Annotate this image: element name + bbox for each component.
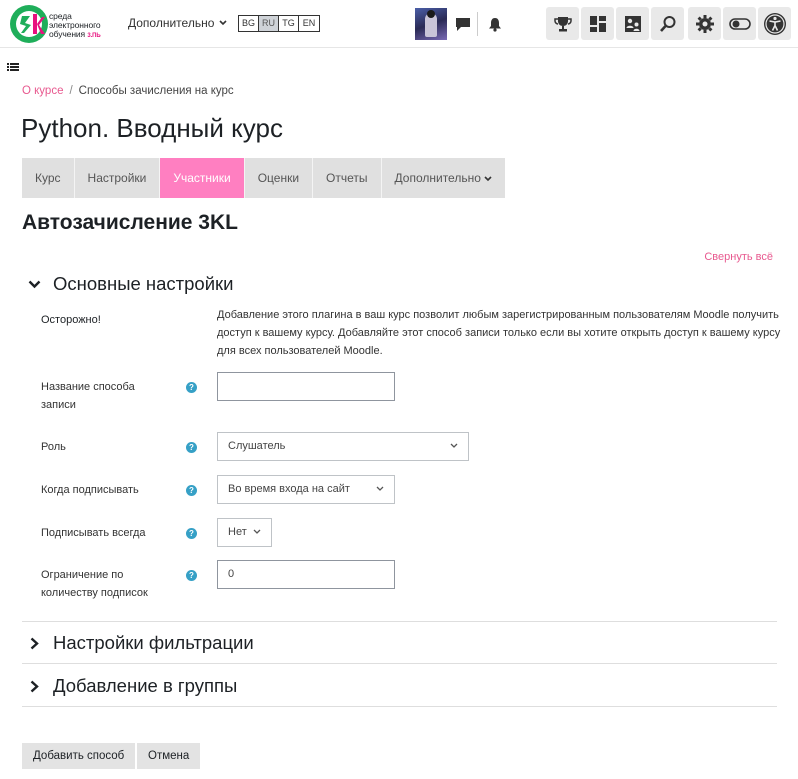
course-tabs: Курс Настройки Участники Оценки Отчеты Д…: [22, 158, 506, 198]
fieldset-filter-title: Настройки фильтрации: [53, 632, 254, 653]
fieldset-general-toggle[interactable]: Основные настройки: [28, 273, 233, 295]
divider: [22, 621, 777, 622]
language-option-bg[interactable]: BG: [239, 16, 259, 31]
fieldset-groups-title: Добавление в группы: [53, 675, 238, 696]
name-label: Название способа записи: [41, 381, 135, 411]
tab-grades[interactable]: Оценки: [245, 158, 314, 198]
add-method-button[interactable]: Добавить способ: [22, 743, 136, 769]
logo-mark-icon: [10, 5, 48, 43]
collapse-all-link[interactable]: Свернуть всё: [704, 251, 773, 263]
divider: [477, 12, 478, 36]
chevron-down-icon: [28, 280, 41, 288]
search-icon[interactable]: [651, 7, 684, 40]
always-select-value: Нет: [228, 526, 247, 538]
divider: [22, 706, 777, 707]
role-select-value: Слушатель: [228, 440, 286, 452]
chevron-right-icon: [30, 680, 39, 692]
always-select[interactable]: Нет: [217, 518, 272, 547]
accessibility-icon[interactable]: [758, 7, 791, 40]
when-select-value: Во время входа на сайт: [228, 483, 350, 495]
warning-label: Осторожно!: [41, 314, 101, 326]
tab-course[interactable]: Курс: [22, 158, 75, 198]
language-switcher: BG RU TG EN: [238, 15, 320, 32]
help-icon[interactable]: ?: [186, 382, 197, 393]
breadcrumb: О курсе / Способы зачисления на курс: [22, 85, 234, 97]
chevron-down-icon: [450, 443, 458, 448]
nav-more-menu[interactable]: Дополнительно: [128, 16, 227, 30]
trophy-icon[interactable]: [546, 7, 579, 40]
cancel-button[interactable]: Отмена: [137, 743, 201, 769]
tab-more-label: Дополнительно: [394, 171, 481, 185]
fieldset-filter-toggle[interactable]: Настройки фильтрации: [28, 632, 254, 654]
avatar[interactable]: [415, 8, 447, 40]
breadcrumb-current: Способы зачисления на курс: [78, 85, 234, 97]
chevron-down-icon: [484, 176, 492, 181]
chevron-right-icon: [30, 637, 39, 649]
limit-label: Ограничение по количеству подписок: [41, 569, 148, 599]
chevron-down-icon: [219, 20, 227, 26]
name-input[interactable]: [217, 372, 395, 401]
help-icon[interactable]: ?: [186, 442, 197, 453]
when-label: Когда подписывать: [41, 484, 139, 496]
breadcrumb-separator: /: [69, 85, 73, 97]
role-label: Роль: [41, 441, 66, 453]
role-select[interactable]: Слушатель: [217, 432, 469, 461]
gear-icon[interactable]: [688, 7, 721, 40]
logo-text: среда электронного обучения 3.ПЬ: [49, 11, 101, 40]
messages-icon[interactable]: [453, 14, 473, 34]
help-icon[interactable]: ?: [186, 570, 197, 581]
site-logo[interactable]: среда электронного обучения 3.ПЬ: [8, 3, 118, 45]
warning-text: Добавление этого плагина в ваш курс позв…: [217, 309, 781, 357]
limit-input[interactable]: 0: [217, 560, 395, 589]
chevron-down-icon: [253, 529, 261, 534]
fieldset-general-title: Основные настройки: [53, 273, 234, 294]
help-icon[interactable]: ?: [186, 528, 197, 539]
language-option-ru[interactable]: RU: [259, 16, 279, 31]
fieldset-groups-toggle[interactable]: Добавление в группы: [28, 675, 237, 697]
top-navbar: среда электронного обучения 3.ПЬ Дополни…: [0, 0, 798, 48]
bell-icon[interactable]: [485, 14, 505, 34]
breadcrumb-link-course[interactable]: О курсе: [22, 85, 63, 97]
tab-settings[interactable]: Настройки: [75, 158, 161, 198]
page-title: Python. Вводный курс: [21, 113, 283, 143]
user-profile-icon[interactable]: [616, 7, 649, 40]
language-option-tg[interactable]: TG: [279, 16, 299, 31]
toggle-switch-icon[interactable]: [723, 7, 756, 40]
dashboard-blocks-icon[interactable]: [581, 7, 614, 40]
tab-reports[interactable]: Отчеты: [313, 158, 382, 198]
language-option-en[interactable]: EN: [299, 16, 319, 31]
section-title: Автозачисление 3KL: [22, 211, 238, 234]
help-icon[interactable]: ?: [186, 485, 197, 496]
when-select[interactable]: Во время входа на сайт: [217, 475, 395, 504]
always-label: Подписывать всегда: [41, 527, 146, 539]
chevron-down-icon: [376, 486, 384, 491]
nav-more-label: Дополнительно: [128, 16, 215, 30]
drawer-toggle-icon[interactable]: [6, 61, 20, 73]
divider: [22, 663, 777, 664]
tab-more[interactable]: Дополнительно: [382, 158, 506, 198]
tab-participants[interactable]: Участники: [160, 158, 245, 198]
